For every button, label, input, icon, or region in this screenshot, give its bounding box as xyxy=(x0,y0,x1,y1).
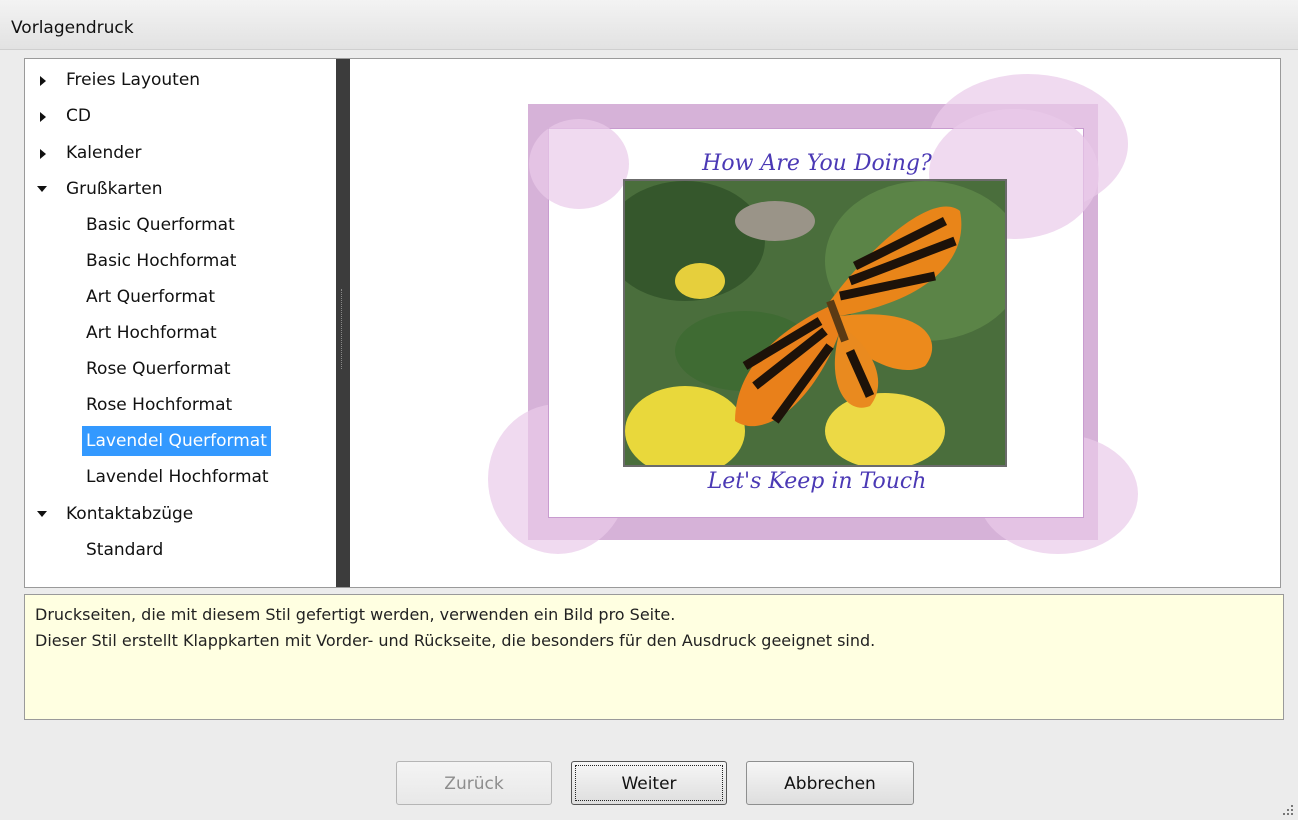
cancel-button[interactable]: Abbrechen xyxy=(746,761,914,805)
back-button-label: Zurück xyxy=(444,774,504,794)
template-preview: How Are You Doing? Let's Keep in Touch xyxy=(350,59,1280,587)
main-panel: Freies Layouten CD Kalender Grußkarten B… xyxy=(24,58,1281,588)
greeting-card-preview: How Are You Doing? Let's Keep in Touch xyxy=(488,74,1138,554)
tree-item-label: Rose Querformat xyxy=(86,359,231,379)
tree-item-label: Lavendel Hochformat xyxy=(86,467,269,487)
tree-item-label: Grußkarten xyxy=(66,179,163,199)
card-top-text: How Are You Doing? xyxy=(702,151,932,176)
collapse-arrow-icon[interactable] xyxy=(37,174,51,204)
tree-item-label: Kontaktabzüge xyxy=(66,504,194,524)
splitter-grip-icon xyxy=(341,289,345,369)
window-title: Vorlagendruck xyxy=(11,18,134,38)
tree-item-label: Basic Querformat xyxy=(86,215,235,235)
tree-item-label: Art Querformat xyxy=(86,287,216,307)
back-button[interactable]: Zurück xyxy=(396,761,552,805)
cancel-button-label: Abbrechen xyxy=(784,774,876,794)
tree-item-label: Lavendel Querformat xyxy=(82,426,271,456)
card-inner: How Are You Doing? Let's Keep in Touch xyxy=(529,109,1099,518)
expand-arrow-icon[interactable] xyxy=(37,65,51,95)
card-bottom-text: Let's Keep in Touch xyxy=(707,469,927,494)
tree-item-label: Rose Hochformat xyxy=(86,395,233,415)
title-bar: Vorlagendruck xyxy=(0,0,1298,50)
style-description: Druckseiten, die mit diesem Stil geferti… xyxy=(24,594,1284,720)
description-line-2: Dieser Stil erstellt Klappkarten mit Vor… xyxy=(35,631,876,650)
expand-arrow-icon[interactable] xyxy=(37,138,51,168)
pane-splitter[interactable] xyxy=(336,59,350,587)
description-line-1: Druckseiten, die mit diesem Stil geferti… xyxy=(35,605,676,624)
tree-item-label: CD xyxy=(66,106,91,126)
tree-item-label: Art Hochformat xyxy=(86,323,217,343)
resize-grip-icon[interactable] xyxy=(1282,804,1294,816)
tree-item-label: Standard xyxy=(86,540,164,560)
expand-arrow-icon[interactable] xyxy=(37,101,51,131)
tree-item-label: Kalender xyxy=(66,143,142,163)
tree-item-label: Freies Layouten xyxy=(66,70,201,90)
butterfly-photo xyxy=(623,179,1007,467)
next-button[interactable]: Weiter xyxy=(571,761,727,805)
tree-item-label: Basic Hochformat xyxy=(86,251,237,271)
collapse-arrow-icon[interactable] xyxy=(37,499,51,529)
next-button-label: Weiter xyxy=(621,774,677,794)
template-tree: Freies Layouten CD Kalender Grußkarten B… xyxy=(25,59,336,587)
